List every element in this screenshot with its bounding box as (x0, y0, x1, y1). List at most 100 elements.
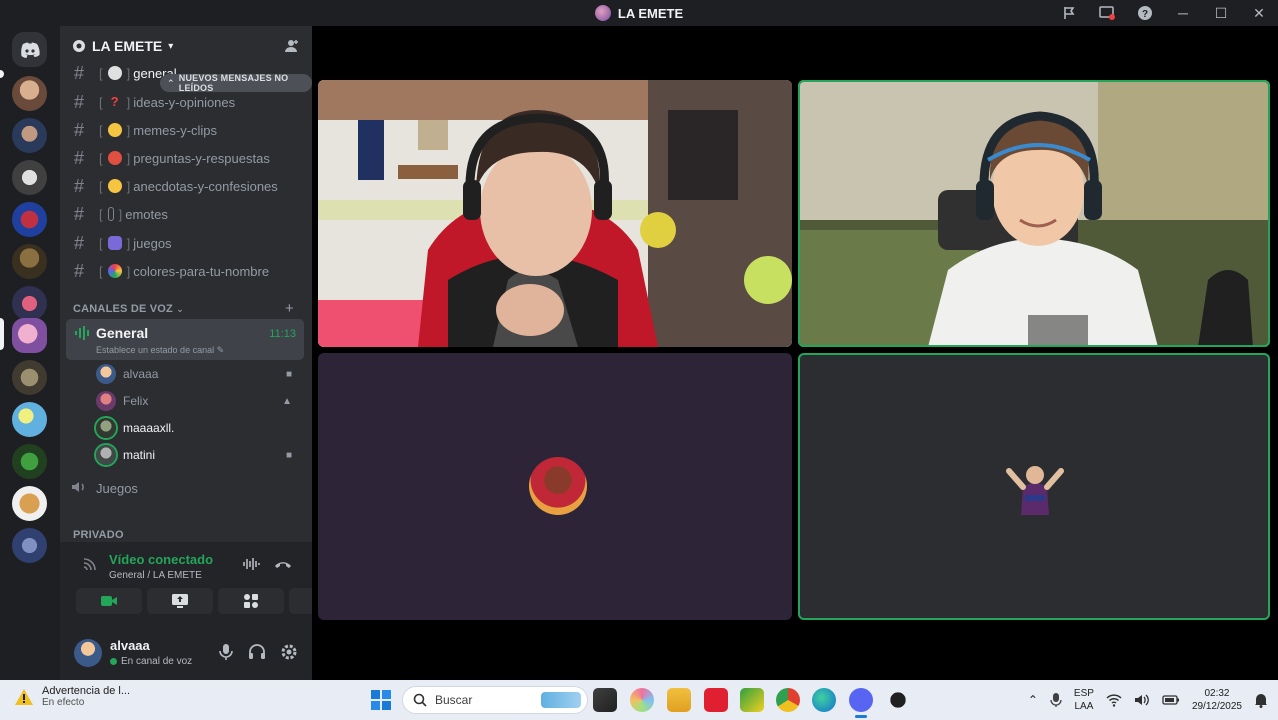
microphone-icon[interactable] (1050, 692, 1062, 708)
maximize-button[interactable]: ☐ (1202, 0, 1240, 26)
emoji-icon (107, 151, 122, 165)
channel-preguntas-y-respuestas[interactable]: # [] preguntas-y-respuestas (68, 145, 304, 171)
edge-icon[interactable] (812, 688, 836, 712)
voice-connection-status[interactable]: Vídeo conectado (109, 552, 213, 567)
voice-user-matini[interactable]: matini ■ (96, 443, 302, 467)
chrome-icon[interactable] (776, 688, 800, 712)
screen-share-button[interactable] (147, 588, 213, 614)
taskbar-notification[interactable]: Advertencia de l... En efecto (14, 685, 130, 708)
copilot-icon[interactable] (630, 688, 654, 712)
headphones-icon[interactable] (248, 643, 266, 661)
input-language[interactable]: ESP LAA (1074, 687, 1094, 713)
wifi-icon[interactable] (1106, 693, 1122, 707)
hang-up-icon[interactable] (274, 556, 292, 572)
voice-user-alvaaa[interactable]: alvaaa ■ (96, 362, 302, 386)
windows-taskbar: Advertencia de l... En efecto Buscar ⌃ E… (0, 680, 1278, 720)
search-icon (413, 693, 427, 707)
private-category-header[interactable]: PRIVADO (73, 529, 124, 541)
minimize-button[interactable]: ─ (1164, 0, 1202, 26)
voice-channel-juegos[interactable]: Juegos (68, 475, 304, 501)
video-stage (312, 26, 1278, 680)
channel-anecdotas-y-confesiones[interactable]: # [] anecdotas-y-confesiones (68, 173, 304, 199)
app-icon[interactable] (886, 688, 910, 712)
camera-icon (101, 596, 117, 606)
add-voice-channel-icon[interactable]: + (285, 300, 294, 317)
battery-icon[interactable] (1162, 694, 1180, 706)
server-avatar[interactable] (12, 76, 47, 111)
voice-user-maaaaxll[interactable]: maaaaxll. (96, 416, 302, 440)
user-avatar[interactable] (74, 639, 102, 667)
rail-unread-indicator (0, 70, 4, 78)
discord-taskbar-icon[interactable] (849, 688, 873, 712)
inbox-flag-icon[interactable] (1050, 0, 1088, 26)
voice-category-header[interactable]: CANALES DE VOZ ⌄ (73, 303, 184, 315)
channel-colores-para-tu-nombre[interactable]: # [] colores-para-tu-nombre (68, 258, 304, 284)
volume-icon[interactable] (1134, 693, 1150, 707)
active-app-indicator (855, 715, 867, 718)
server-avatar[interactable] (12, 160, 47, 195)
file-explorer-icon[interactable] (667, 688, 691, 712)
pencil-icon: ✎ (216, 345, 225, 355)
username[interactable]: alvaaa (110, 638, 150, 653)
microphone-icon[interactable] (218, 643, 234, 661)
voice-connection-location[interactable]: General / LA EMETE (109, 570, 202, 581)
task-view-icon[interactable] (593, 688, 617, 712)
video-tile-camera-speaking[interactable] (798, 80, 1270, 347)
server-avatar[interactable] (12, 444, 47, 479)
server-avatar[interactable] (12, 486, 47, 521)
emoji-icon (107, 207, 114, 221)
server-avatar-la-emete[interactable] (12, 318, 47, 353)
taskbar-search-box[interactable]: Buscar (402, 686, 588, 714)
help-icon[interactable]: ? (1126, 0, 1164, 26)
chevron-down-icon: ▾ (168, 40, 174, 52)
channel-emotes[interactable]: # [] emotes (68, 201, 304, 227)
clock[interactable]: 02:32 29/12/2025 (1192, 687, 1242, 713)
server-rail (0, 26, 60, 680)
channel-memes-y-clips[interactable]: # [] memes-y-clips (68, 117, 304, 143)
user-avatar (1006, 466, 1064, 515)
avatar (96, 364, 116, 384)
channel-juegos[interactable]: # [] juegos (68, 230, 304, 256)
server-avatar[interactable] (12, 528, 47, 563)
channel-ideas-y-opiniones[interactable]: # [?] ideas-y-opiniones (68, 89, 304, 115)
video-tile-camera[interactable] (318, 80, 792, 347)
gear-icon[interactable] (280, 643, 298, 661)
video-tile-avatar-only[interactable] (318, 353, 792, 620)
online-status-icon (110, 658, 117, 665)
camera-icon: ■ (285, 368, 292, 380)
voice-channel-general[interactable]: General 11:13 Establece un estado de can… (66, 319, 304, 360)
notification-bell-icon[interactable] (1254, 692, 1268, 708)
window-controls: ? ─ ☐ ✕ (1050, 0, 1278, 26)
connection-signal-icon[interactable] (82, 556, 98, 572)
server-avatar[interactable] (12, 118, 47, 153)
channel-sidebar: LA EMETE ▾ # [] general ⌃ NUEVOS MENSAJE… (60, 26, 355, 680)
add-member-icon[interactable] (284, 38, 300, 54)
camera-button[interactable] (76, 588, 142, 614)
chevron-up-icon[interactable]: ⌃ (1028, 693, 1038, 707)
server-avatar[interactable] (12, 286, 47, 321)
activities-button[interactable] (218, 588, 284, 614)
avatar (96, 445, 116, 465)
webcam-feed-image (798, 80, 1270, 347)
discord-logo-icon[interactable] (12, 32, 47, 67)
app-icon[interactable] (704, 688, 728, 712)
rainbow-emoji-icon (107, 264, 122, 278)
gamepad-emoji-icon (107, 236, 122, 250)
noise-suppression-icon[interactable] (242, 556, 260, 572)
server-avatar[interactable] (12, 202, 47, 237)
window-title-group: LA EMETE (594, 5, 683, 21)
channel-status-hint[interactable]: Establece un estado de canal ✎ (96, 345, 224, 356)
screen-share-icon (172, 594, 188, 608)
server-name: LA EMETE (92, 38, 163, 54)
voice-user-felix[interactable]: Felix ▲ (96, 389, 302, 413)
app-icon[interactable] (740, 688, 764, 712)
windows-start-icon[interactable] (370, 689, 392, 716)
server-avatar[interactable] (12, 402, 47, 437)
server-avatar[interactable] (12, 360, 47, 395)
server-avatar[interactable] (12, 244, 47, 279)
close-button[interactable]: ✕ (1240, 0, 1278, 26)
video-tile-avatar-only-speaking[interactable] (798, 353, 1270, 620)
screen-record-icon[interactable] (1088, 0, 1126, 26)
community-icon (73, 40, 85, 52)
hashtag-icon: # (73, 62, 84, 83)
